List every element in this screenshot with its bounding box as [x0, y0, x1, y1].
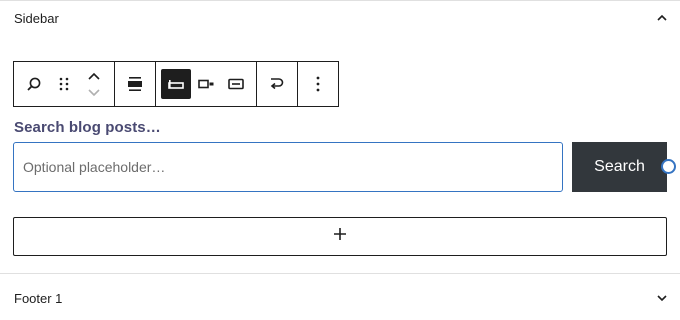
more-options-icon[interactable] [303, 62, 333, 106]
sidebar-panel-header[interactable]: Sidebar [0, 0, 680, 36]
resize-handle[interactable] [661, 159, 676, 174]
add-block-button[interactable] [13, 217, 667, 256]
button-only-icon[interactable] [221, 62, 251, 106]
plus-icon [333, 227, 347, 246]
search-button[interactable]: Search [572, 142, 667, 192]
toolbar-group-block [14, 62, 115, 106]
transform-icon[interactable] [262, 62, 292, 106]
footer-panel-title: Footer 1 [14, 290, 63, 306]
toolbar-group-more [298, 62, 338, 106]
panel-divider [0, 273, 680, 274]
move-up-down-icon[interactable] [79, 62, 109, 106]
block-toolbar [13, 61, 339, 107]
drag-handle-icon[interactable] [49, 62, 79, 106]
search-block-icon[interactable] [19, 62, 49, 106]
chevron-down-icon[interactable] [654, 290, 670, 306]
chevron-up-icon[interactable] [654, 10, 670, 26]
search-placeholder-input[interactable] [13, 142, 563, 192]
toolbar-group-align [115, 62, 156, 106]
align-icon[interactable] [120, 62, 150, 106]
button-inside-icon[interactable] [191, 62, 221, 106]
button-outside-icon[interactable] [161, 62, 191, 106]
search-block-label[interactable]: Search blog posts… [14, 119, 161, 136]
sidebar-panel-title: Sidebar [14, 10, 59, 26]
footer-panel-header[interactable]: Footer 1 [0, 280, 680, 316]
toolbar-group-button-position [156, 62, 257, 106]
toolbar-group-transform [257, 62, 298, 106]
